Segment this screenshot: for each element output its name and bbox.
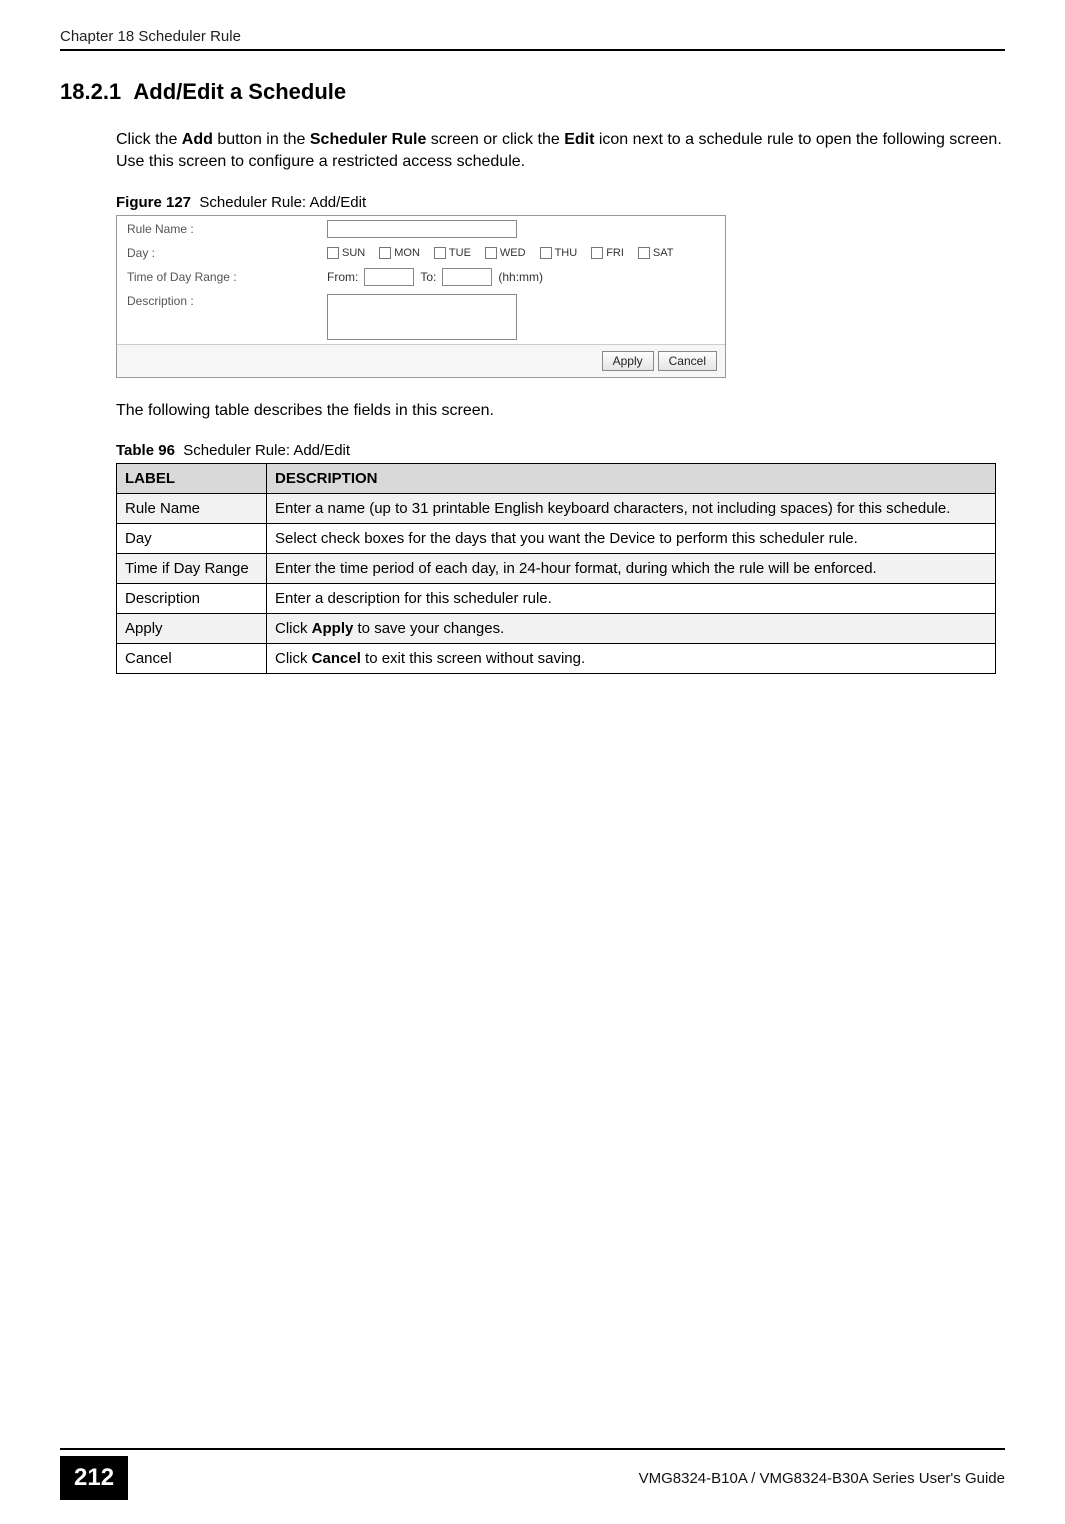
- checkbox-icon: [434, 247, 446, 259]
- description-textarea[interactable]: [327, 294, 517, 340]
- chapter-header: Chapter 18 Scheduler Rule: [60, 28, 1005, 45]
- bold-edit: Edit: [564, 131, 594, 148]
- day-thu[interactable]: THU: [540, 247, 578, 259]
- figure-caption: Figure 127 Scheduler Rule: Add/Edit: [116, 194, 1005, 211]
- checkbox-icon: [485, 247, 497, 259]
- bold-add: Add: [182, 131, 213, 148]
- text-fragment: button in the: [213, 131, 310, 148]
- cell-label: Cancel: [117, 644, 267, 674]
- section-number: 18.2.1: [60, 79, 121, 104]
- footer-guide-text: VMG8324-B10A / VMG8324-B30A Series User'…: [639, 1470, 1005, 1487]
- table-row: Day Select check boxes for the days that…: [117, 524, 996, 554]
- text-fragment: to exit this screen without saving.: [361, 650, 585, 667]
- day-label: SUN: [342, 247, 365, 259]
- text-fragment: Click the: [116, 131, 182, 148]
- intro-paragraph: Click the Add button in the Scheduler Ru…: [116, 129, 1005, 174]
- checkbox-icon: [327, 247, 339, 259]
- day-label: THU: [555, 247, 578, 259]
- footer-rule: [60, 1448, 1005, 1450]
- section-title: Add/Edit a Schedule: [133, 79, 346, 104]
- table-label: Table 96: [116, 442, 175, 459]
- cell-label: Time if Day Range: [117, 554, 267, 584]
- day-sat[interactable]: SAT: [638, 247, 674, 259]
- section-heading: 18.2.1 Add/Edit a Schedule: [60, 79, 1005, 105]
- page-footer: 212 VMG8324-B10A / VMG8324-B30A Series U…: [60, 1448, 1005, 1500]
- cell-desc: Select check boxes for the days that you…: [267, 524, 996, 554]
- th-description: DESCRIPTION: [267, 464, 996, 494]
- bold-cancel: Cancel: [312, 650, 361, 667]
- figure-footer: Apply Cancel: [117, 344, 725, 377]
- figure-caption-text: Scheduler Rule: Add/Edit: [199, 194, 366, 211]
- cell-desc: Click Apply to save your changes.: [267, 614, 996, 644]
- day-fri[interactable]: FRI: [591, 247, 624, 259]
- label-from: From:: [327, 270, 358, 284]
- day-label: MON: [394, 247, 420, 259]
- cell-label: Apply: [117, 614, 267, 644]
- description-table: LABEL DESCRIPTION Rule Name Enter a name…: [116, 463, 996, 674]
- table-caption-text: Scheduler Rule: Add/Edit: [183, 442, 350, 459]
- table-caption: Table 96 Scheduler Rule: Add/Edit: [116, 442, 1005, 459]
- day-sun[interactable]: SUN: [327, 247, 365, 259]
- th-label: LABEL: [117, 464, 267, 494]
- header-rule: [60, 49, 1005, 51]
- form-row-description: Description :: [117, 290, 725, 344]
- rule-name-input[interactable]: [327, 220, 517, 238]
- form-row-rule-name: Rule Name :: [117, 216, 725, 242]
- cell-desc: Click Cancel to exit this screen without…: [267, 644, 996, 674]
- cell-desc: Enter a description for this scheduler r…: [267, 584, 996, 614]
- day-label: TUE: [449, 247, 471, 259]
- to-input[interactable]: [442, 268, 492, 286]
- cell-desc: Enter a name (up to 31 printable English…: [267, 494, 996, 524]
- table-row: Rule Name Enter a name (up to 31 printab…: [117, 494, 996, 524]
- figure-frame: Rule Name : Day : SUN MON TUE WED THU FR…: [116, 215, 726, 378]
- day-label: WED: [500, 247, 526, 259]
- label-time-range: Time of Day Range :: [127, 270, 327, 284]
- page-number: 212: [60, 1456, 128, 1500]
- checkbox-icon: [379, 247, 391, 259]
- label-day: Day :: [127, 246, 327, 260]
- figure-label: Figure 127: [116, 194, 191, 211]
- cell-label: Day: [117, 524, 267, 554]
- table-row: Apply Click Apply to save your changes.: [117, 614, 996, 644]
- bold-scheduler-rule: Scheduler Rule: [310, 131, 426, 148]
- day-tue[interactable]: TUE: [434, 247, 471, 259]
- cell-desc: Enter the time period of each day, in 24…: [267, 554, 996, 584]
- label-hhmm: (hh:mm): [498, 270, 543, 284]
- text-fragment: screen or click the: [426, 131, 564, 148]
- text-fragment: to save your changes.: [353, 620, 504, 637]
- cell-label: Description: [117, 584, 267, 614]
- checkbox-icon: [638, 247, 650, 259]
- label-rule-name: Rule Name :: [127, 222, 327, 236]
- checkbox-icon: [591, 247, 603, 259]
- label-to: To:: [420, 270, 436, 284]
- cell-label: Rule Name: [117, 494, 267, 524]
- day-wed[interactable]: WED: [485, 247, 526, 259]
- apply-button[interactable]: Apply: [602, 351, 654, 371]
- table-row: Time if Day Range Enter the time period …: [117, 554, 996, 584]
- table-row: Cancel Click Cancel to exit this screen …: [117, 644, 996, 674]
- day-label: FRI: [606, 247, 624, 259]
- label-description: Description :: [127, 294, 327, 308]
- form-row-day: Day : SUN MON TUE WED THU FRI SAT: [117, 242, 725, 264]
- text-fragment: Click: [275, 620, 312, 637]
- cancel-button[interactable]: Cancel: [658, 351, 717, 371]
- bold-apply: Apply: [312, 620, 354, 637]
- day-label: SAT: [653, 247, 674, 259]
- from-input[interactable]: [364, 268, 414, 286]
- checkbox-icon: [540, 247, 552, 259]
- text-fragment: Click: [275, 650, 312, 667]
- day-mon[interactable]: MON: [379, 247, 420, 259]
- post-figure-paragraph: The following table describes the fields…: [116, 400, 1005, 422]
- form-row-time-range: Time of Day Range : From: To: (hh:mm): [117, 264, 725, 290]
- table-row: Description Enter a description for this…: [117, 584, 996, 614]
